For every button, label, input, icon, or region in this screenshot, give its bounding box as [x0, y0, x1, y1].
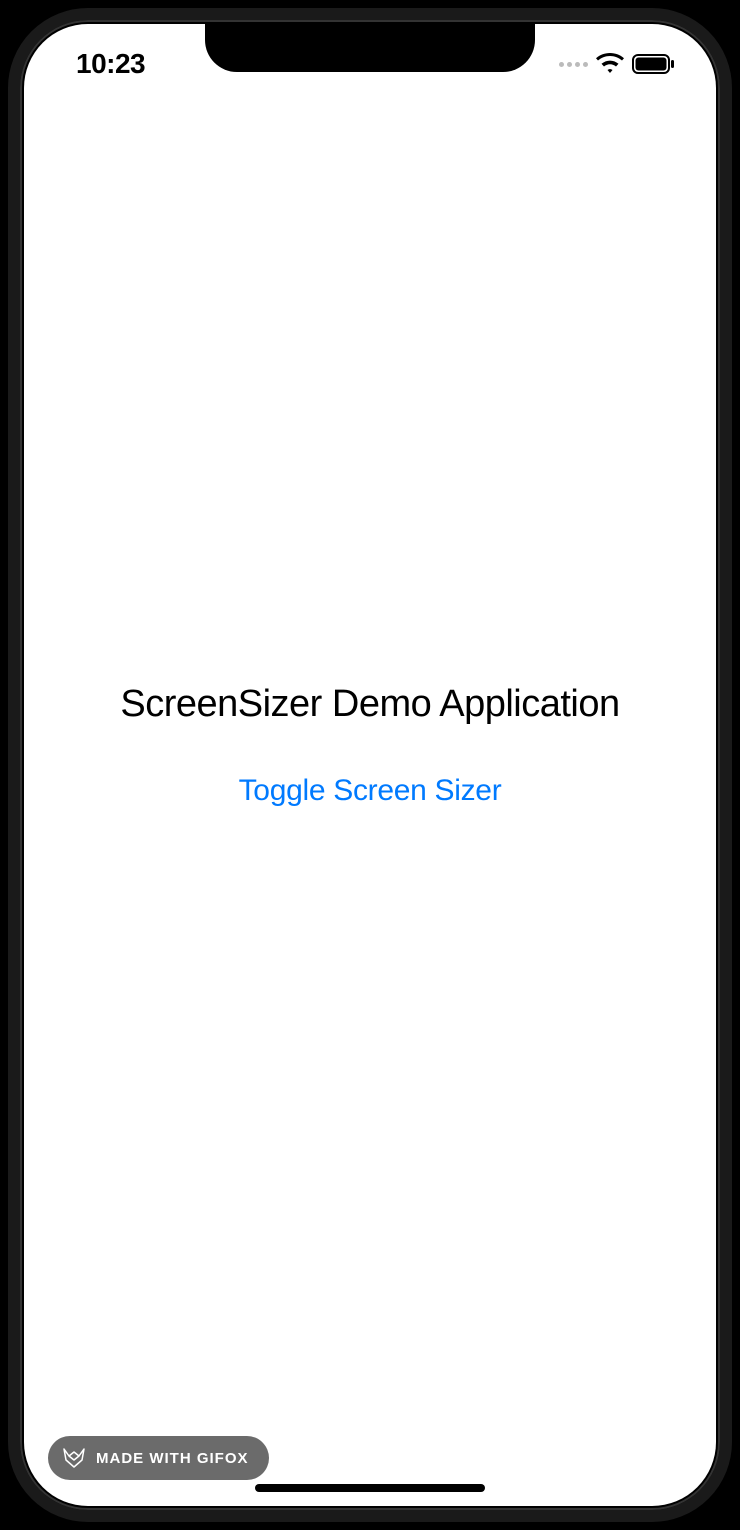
phone-device-frame: 10:23	[8, 8, 732, 1522]
battery-icon	[632, 54, 676, 74]
wifi-icon	[596, 53, 624, 75]
gifox-fox-icon	[62, 1446, 86, 1470]
status-bar-right	[559, 53, 676, 75]
app-content-area: ScreenSizer Demo Application Toggle Scre…	[24, 24, 716, 1506]
phone-screen: 10:23	[24, 24, 716, 1506]
gifox-badge-text: MADE WITH GIFOX	[96, 1450, 249, 1467]
toggle-screen-sizer-button[interactable]: Toggle Screen Sizer	[239, 774, 502, 808]
home-indicator[interactable]	[255, 1484, 485, 1492]
phone-notch	[205, 24, 535, 72]
app-title: ScreenSizer Demo Application	[120, 683, 619, 726]
cellular-signal-icon	[559, 62, 588, 67]
gifox-watermark-badge: MADE WITH GIFOX	[48, 1436, 269, 1480]
status-bar-time: 10:23	[76, 48, 145, 80]
